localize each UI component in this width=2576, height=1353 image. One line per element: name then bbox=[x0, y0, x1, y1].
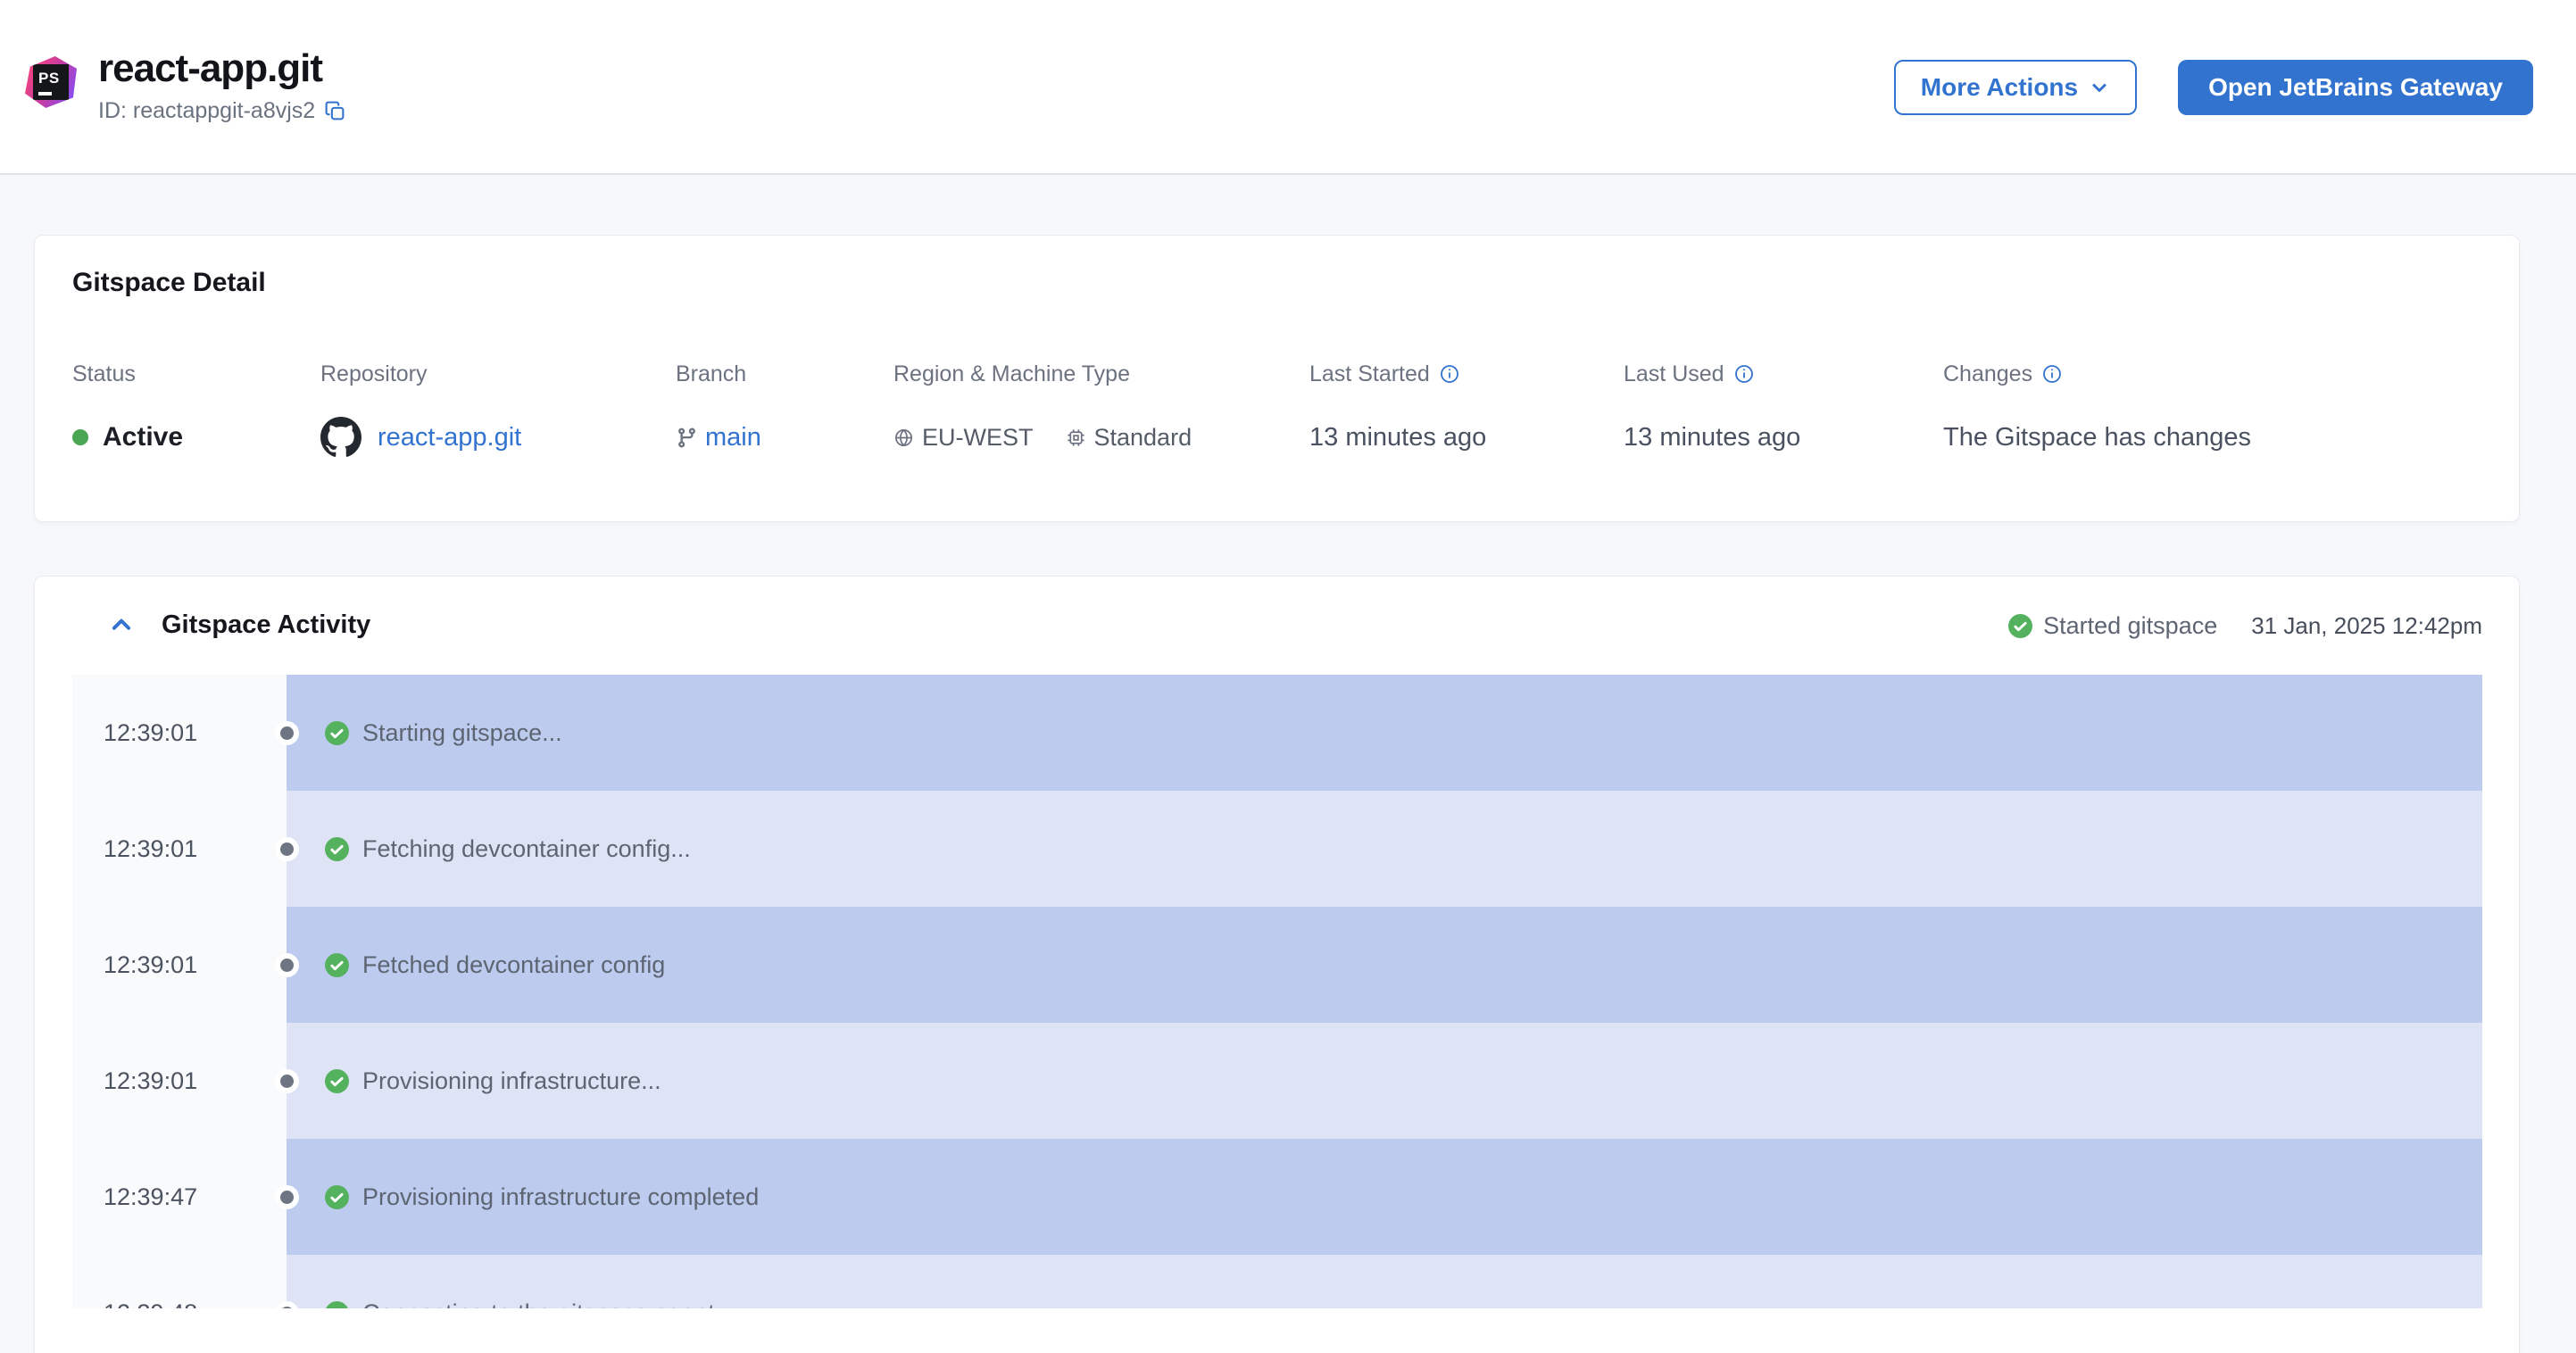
branch-link[interactable]: main bbox=[705, 423, 761, 452]
timeline-dot bbox=[280, 1075, 294, 1088]
region-machine-label: Region & Machine Type bbox=[893, 361, 1130, 386]
status-dot bbox=[72, 429, 88, 445]
activity-status-badge: Started gitspace bbox=[2008, 612, 2217, 640]
globe-icon bbox=[893, 427, 914, 448]
status-column: Status Active bbox=[72, 361, 320, 461]
log-row: 12:39:48 Connecting to the gitspace agen… bbox=[72, 1255, 2482, 1308]
activity-header: Gitspace Activity Started gitspace 31 Ja… bbox=[35, 577, 2519, 675]
log-row: 12:39:01 Starting gitspace... bbox=[72, 675, 2482, 791]
chevron-down-icon bbox=[2089, 77, 2110, 98]
detail-card-title: Gitspace Detail bbox=[72, 268, 266, 297]
log-time: 12:39:01 bbox=[104, 950, 198, 978]
log-time: 12:39:01 bbox=[104, 1067, 198, 1094]
phpstorm-logo-icon: PS bbox=[25, 56, 77, 108]
status-value: Active bbox=[103, 422, 184, 452]
top-header: PS react-app.git ID: reactappgit-a8vjs2 … bbox=[0, 0, 2576, 175]
info-icon[interactable] bbox=[1733, 363, 1755, 385]
check-circle-icon bbox=[325, 720, 349, 745]
changes-value: The Gitspace has changes bbox=[1943, 422, 2251, 452]
activity-title: Gitspace Activity bbox=[162, 610, 371, 639]
changes-column: Changes The Gitspace has changes bbox=[1943, 361, 2481, 461]
repository-column: Repository react-app.git bbox=[320, 361, 676, 461]
check-circle-icon bbox=[325, 1184, 349, 1209]
changes-label: Changes bbox=[1943, 361, 2033, 386]
last-started-value: 13 minutes ago bbox=[1309, 422, 1487, 452]
gitspace-detail-card: Gitspace Detail Status Active Repository… bbox=[34, 235, 2520, 522]
last-started-label: Last Started bbox=[1309, 361, 1430, 386]
git-branch-icon bbox=[676, 427, 698, 449]
check-circle-icon bbox=[325, 836, 349, 861]
more-actions-label: More Actions bbox=[1920, 73, 2079, 101]
logo-text: PS bbox=[38, 69, 60, 87]
timeline-dot bbox=[280, 1191, 294, 1204]
log-time: 12:39:48 bbox=[104, 1299, 197, 1309]
more-actions-button[interactable]: More Actions bbox=[1893, 60, 2138, 115]
log-time: 12:39:01 bbox=[104, 718, 198, 746]
region-value: EU-WEST bbox=[922, 423, 1034, 451]
log-message: Provisioning infrastructure... bbox=[362, 1067, 661, 1094]
check-circle-icon bbox=[2008, 613, 2033, 638]
check-circle-icon bbox=[325, 1068, 349, 1093]
timeline-dot bbox=[280, 959, 294, 972]
activity-timestamp: 31 Jan, 2025 12:42pm bbox=[2251, 611, 2482, 639]
branch-label: Branch bbox=[676, 361, 747, 386]
log-row: 12:39:01 Fetching devcontainer config... bbox=[72, 791, 2482, 907]
status-label: Status bbox=[72, 361, 136, 386]
log-message: Provisioning infrastructure completed bbox=[362, 1183, 760, 1210]
log-row: 12:39:01 Fetched devcontainer config bbox=[72, 907, 2482, 1023]
region-machine-column: Region & Machine Type EU-WEST Standard bbox=[893, 361, 1309, 461]
open-gateway-label: Open JetBrains Gateway bbox=[2208, 73, 2503, 101]
cpu-chip-icon bbox=[1066, 427, 1086, 448]
repository-link[interactable]: react-app.git bbox=[378, 423, 521, 452]
machine-type-value: Standard bbox=[1093, 423, 1192, 451]
log-time: 12:39:47 bbox=[104, 1183, 198, 1210]
timeline-dot bbox=[280, 726, 294, 740]
activity-log[interactable]: 12:39:01 Starting gitspace... 12:39:01 F… bbox=[72, 675, 2482, 1308]
activity-status-label: Started gitspace bbox=[2043, 611, 2218, 639]
info-icon[interactable] bbox=[1439, 363, 1460, 385]
log-message: Fetching devcontainer config... bbox=[362, 834, 691, 862]
log-message: Fetched devcontainer config bbox=[362, 950, 666, 978]
chevron-up-icon[interactable] bbox=[108, 611, 135, 638]
gitspace-activity-card: Gitspace Activity Started gitspace 31 Ja… bbox=[34, 576, 2520, 1353]
log-message: Connecting to the gitspace agent... bbox=[362, 1299, 735, 1309]
timeline-dot bbox=[280, 843, 294, 856]
branch-column: Branch main bbox=[676, 361, 893, 461]
log-row: 12:39:01 Provisioning infrastructure... bbox=[72, 1023, 2482, 1139]
info-icon[interactable] bbox=[2041, 363, 2063, 385]
copy-icon[interactable] bbox=[324, 100, 346, 122]
log-time: 12:39:01 bbox=[104, 834, 198, 862]
last-started-column: Last Started 13 minutes ago bbox=[1309, 361, 1624, 461]
last-used-column: Last Used 13 minutes ago bbox=[1624, 361, 1943, 461]
open-jetbrains-gateway-button[interactable]: Open JetBrains Gateway bbox=[2178, 60, 2533, 115]
log-message: Starting gitspace... bbox=[362, 718, 562, 746]
last-used-value: 13 minutes ago bbox=[1624, 422, 1801, 452]
last-used-label: Last Used bbox=[1624, 361, 1724, 386]
check-circle-icon bbox=[325, 952, 349, 977]
github-icon bbox=[320, 417, 361, 458]
check-circle-icon bbox=[325, 1300, 349, 1308]
log-row: 12:39:47 Provisioning infrastructure com… bbox=[72, 1139, 2482, 1255]
page-title: react-app.git bbox=[98, 46, 323, 90]
gitspace-id: ID: reactappgit-a8vjs2 bbox=[98, 98, 316, 123]
repository-label: Repository bbox=[320, 361, 428, 386]
